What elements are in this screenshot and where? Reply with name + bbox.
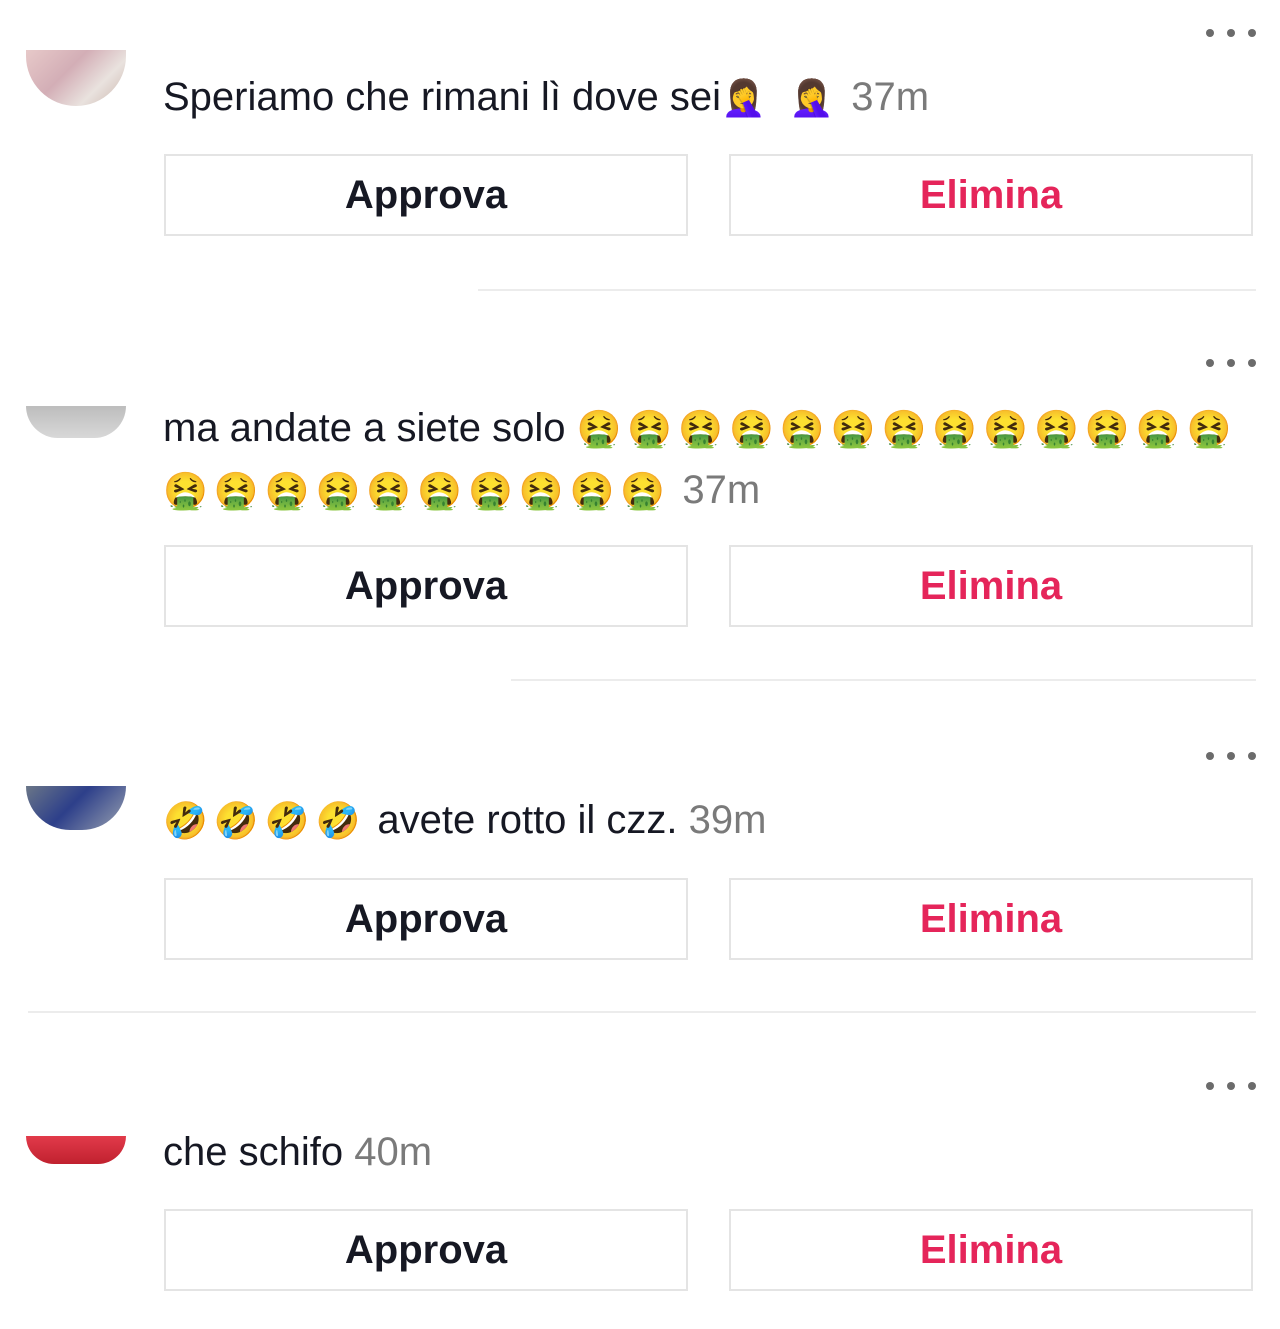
divider — [511, 679, 1256, 681]
approve-button[interactable]: Approva — [164, 878, 688, 960]
comment-body: che schifo — [163, 1130, 344, 1174]
divider — [478, 289, 1256, 291]
avatar[interactable] — [26, 50, 126, 106]
delete-button[interactable]: Elimina — [729, 878, 1253, 960]
comment-emoji: 🤣🤣🤣🤣 — [163, 801, 367, 842]
comment-text: ma andate a siete solo 🤮🤮🤮🤮🤮🤮🤮🤮🤮🤮🤮🤮🤮🤮🤮🤮🤮… — [163, 398, 1250, 522]
comment-time: 37m — [851, 75, 930, 119]
comment-body: Speriamo che rimani lì dove sei — [163, 75, 722, 119]
approve-button[interactable]: Approva — [164, 154, 688, 236]
comment-time: 39m — [688, 798, 767, 842]
more-options-icon[interactable] — [1206, 26, 1256, 40]
avatar[interactable] — [26, 406, 126, 438]
comment-text: che schifo 40m — [163, 1122, 1250, 1182]
more-options-icon[interactable] — [1206, 749, 1256, 763]
delete-button[interactable]: Elimina — [729, 1209, 1253, 1291]
comment-text: 🤣🤣🤣🤣 avete rotto il czz. 39m — [163, 790, 1250, 852]
more-options-icon[interactable] — [1206, 1079, 1256, 1093]
comment-body: ma andate a siete solo — [163, 406, 566, 450]
approve-button[interactable]: Approva — [164, 545, 688, 627]
comment-text: Speriamo che rimani lì dove sei🤦‍♀️ 🤦‍♀️… — [163, 67, 1250, 129]
more-options-icon[interactable] — [1206, 356, 1256, 370]
delete-button[interactable]: Elimina — [729, 154, 1253, 236]
avatar[interactable] — [26, 1136, 126, 1164]
approve-button[interactable]: Approva — [164, 1209, 688, 1291]
comment-emoji: 🤦‍♀️ 🤦‍♀️ — [721, 78, 841, 119]
delete-button[interactable]: Elimina — [729, 545, 1253, 627]
comment-time: 40m — [354, 1130, 433, 1174]
comment-body: avete rotto il czz. — [377, 798, 678, 842]
divider — [28, 1011, 1256, 1013]
comment-time: 37m — [682, 468, 761, 512]
avatar[interactable] — [26, 786, 126, 830]
